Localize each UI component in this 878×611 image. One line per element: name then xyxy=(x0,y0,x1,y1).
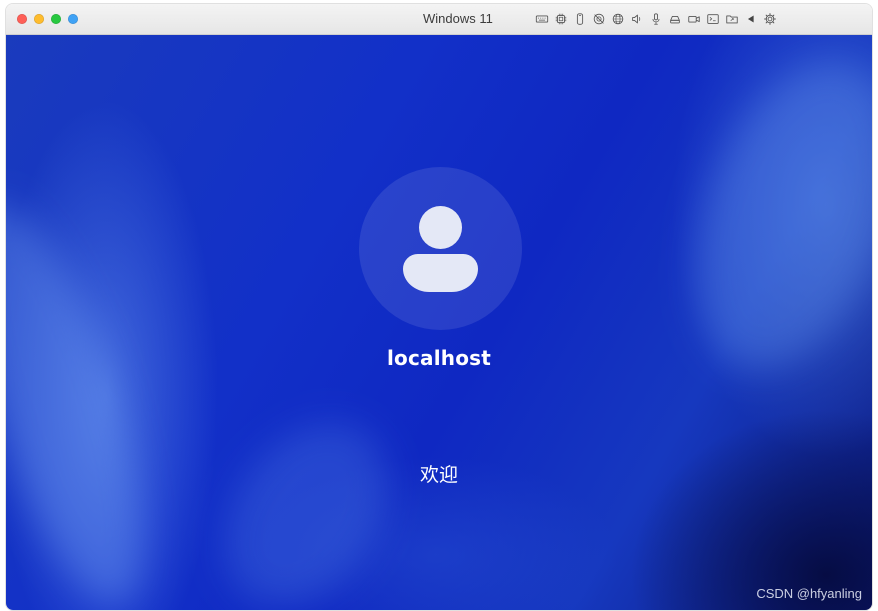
vm-toolbar xyxy=(534,10,777,28)
user-avatar-head-icon xyxy=(419,206,462,249)
shared-folder-icon[interactable] xyxy=(724,10,739,28)
vm-window: Windows 11 localhost 欢迎 CSDN @hfyanling xyxy=(6,4,872,610)
gear-icon[interactable] xyxy=(762,10,777,28)
speaker-icon[interactable] xyxy=(629,10,644,28)
microphone-icon[interactable] xyxy=(648,10,663,28)
camera-icon[interactable] xyxy=(686,10,701,28)
keyboard-icon[interactable] xyxy=(534,10,549,28)
window-title: Windows 11 xyxy=(423,11,493,26)
close-button[interactable] xyxy=(17,14,27,24)
zoom-button[interactable] xyxy=(51,14,61,24)
wallpaper-swirl xyxy=(191,392,421,610)
login-screen-wallpaper[interactable]: localhost 欢迎 CSDN @hfyanling xyxy=(6,35,872,610)
title-bar[interactable]: Windows 11 xyxy=(6,4,872,35)
drive-eject-icon[interactable] xyxy=(667,10,682,28)
arrow-left-icon[interactable] xyxy=(743,10,758,28)
watermark: CSDN @hfyanling xyxy=(756,586,862,601)
wallpaper-swirl xyxy=(6,186,178,610)
wallpaper-swirl xyxy=(656,35,872,397)
usb-drive-icon[interactable] xyxy=(572,10,587,28)
cpu-icon[interactable] xyxy=(553,10,568,28)
user-avatar xyxy=(359,167,522,330)
welcome-message: 欢迎 xyxy=(419,464,458,486)
user-avatar-body-icon xyxy=(403,254,478,292)
extra-button[interactable] xyxy=(68,14,78,24)
login-username: localhost xyxy=(386,346,492,370)
network-globe-icon[interactable] xyxy=(610,10,625,28)
terminal-icon[interactable] xyxy=(705,10,720,28)
no-camera-icon[interactable] xyxy=(591,10,606,28)
minimize-button[interactable] xyxy=(34,14,44,24)
traffic-lights xyxy=(17,14,78,24)
